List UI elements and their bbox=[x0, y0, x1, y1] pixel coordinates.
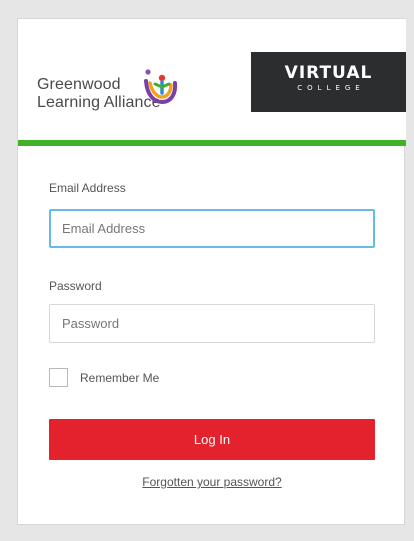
partner-logo-title: VIRTUAL bbox=[284, 63, 373, 83]
login-button[interactable]: Log In bbox=[49, 419, 375, 460]
remember-me-checkbox[interactable] bbox=[49, 368, 68, 387]
password-field[interactable] bbox=[49, 304, 375, 343]
password-label: Password bbox=[49, 279, 102, 293]
header-accent-bar bbox=[18, 140, 406, 146]
remember-me-label: Remember Me bbox=[80, 371, 160, 385]
partner-logo-subtitle: COLLEGE bbox=[297, 84, 365, 92]
org-logo-icon bbox=[144, 69, 178, 105]
email-field[interactable] bbox=[49, 209, 375, 248]
partner-logo: VIRTUAL COLLEGE bbox=[251, 52, 406, 112]
email-label: Email Address bbox=[49, 181, 126, 195]
forgot-password-link[interactable]: Forgotten your password? bbox=[49, 475, 375, 489]
login-header: Greenwood Learning Alliance VIRTUAL COLL… bbox=[18, 19, 406, 140]
login-card: Greenwood Learning Alliance VIRTUAL COLL… bbox=[17, 18, 406, 525]
